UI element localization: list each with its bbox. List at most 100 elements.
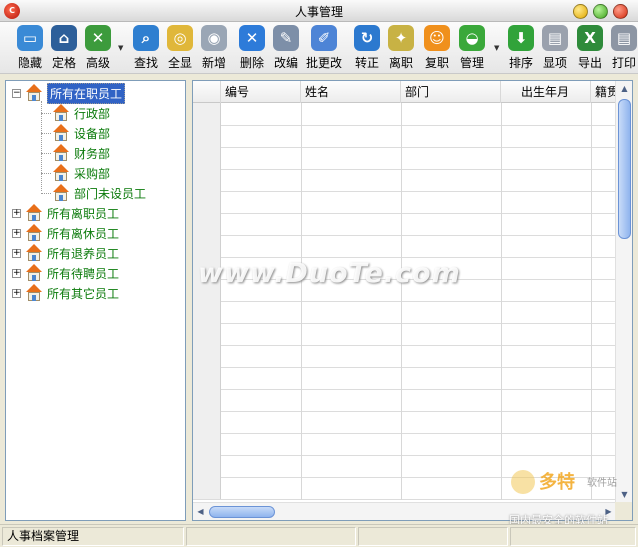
row-header[interactable] — [193, 169, 221, 191]
tree-node-department[interactable]: 行政部 — [52, 103, 110, 123]
toolbar: ▭ 隐藏 ⌂ 定格 ✕ 高级 ⌕ 查找 ◎ 全显 ◉ 新增 ✕ 删除 ✎ 改编 ✐ 批更改 ↻ 转正 ✦ 离职 ☺ 复职 ◒ 管理… — [0, 22, 638, 74]
tree-node-department[interactable]: 设备部 — [52, 123, 110, 143]
vertical-scrollbar[interactable]: ▲ ▼ — [615, 81, 632, 502]
expand-icon[interactable]: + — [12, 208, 21, 218]
tree-node-employee-group[interactable]: + 所有退养员工 — [12, 243, 119, 263]
table-row[interactable] — [193, 301, 616, 324]
maximize-button[interactable] — [593, 4, 608, 19]
printer-icon: ▤ — [542, 25, 568, 51]
collapse-icon[interactable]: − — [12, 88, 21, 98]
scroll-left-arrow-icon[interactable]: ◀ — [193, 504, 208, 519]
toolbar-button-label: 管理 — [459, 56, 484, 70]
table-row[interactable] — [193, 367, 616, 390]
column-header-department[interactable]: 部门 — [401, 81, 501, 103]
toolbar-button-print[interactable]: ▤ 打印 — [607, 25, 638, 71]
table-row[interactable] — [193, 103, 616, 126]
row-header[interactable] — [193, 147, 221, 169]
row-header[interactable] — [193, 301, 221, 323]
tree-node-department[interactable]: 采购部 — [52, 163, 110, 183]
tree-node-employee-group[interactable]: + 所有其它员工 — [12, 283, 119, 303]
row-header[interactable] — [193, 323, 221, 345]
camera-icon: ◉ — [201, 25, 227, 51]
row-header[interactable] — [193, 125, 221, 147]
tree-connector-line — [41, 173, 51, 174]
toolbar-button-camera[interactable]: ◉ 新增 — [197, 25, 231, 71]
expand-icon[interactable]: + — [12, 268, 21, 278]
table-row[interactable] — [193, 125, 616, 148]
table-row[interactable] — [193, 235, 616, 258]
tree-node-department[interactable]: 财务部 — [52, 143, 110, 163]
edit-icon: ✎ — [273, 25, 299, 51]
toolbar-button-cd[interactable]: ◎ 全显 — [163, 25, 197, 71]
table-row[interactable] — [193, 147, 616, 170]
vertical-scroll-thumb[interactable] — [618, 99, 631, 239]
minimize-button[interactable] — [573, 4, 588, 19]
tree-node-employee-group[interactable]: + 所有离职员工 — [12, 203, 119, 223]
tree-node-label: 采购部 — [74, 166, 111, 181]
table-row[interactable] — [193, 191, 616, 214]
horizontal-scroll-thumb[interactable] — [209, 506, 275, 518]
status-bar: 人事档案管理 — [0, 524, 638, 547]
house-folder-icon — [52, 144, 70, 162]
row-header[interactable] — [193, 213, 221, 235]
close-button[interactable] — [613, 4, 628, 19]
toolbar-button-monitor[interactable]: ▭ 隐藏 — [13, 25, 47, 71]
column-header-id[interactable]: 编号 — [221, 81, 301, 103]
employee-grid[interactable]: 编号 姓名 部门 出生年月 籍贯 ▲ ▼ ◀ ▶ — [192, 80, 633, 521]
row-header[interactable] — [193, 103, 221, 125]
dropdown-arrow-icon[interactable]: ▼ — [118, 44, 123, 52]
status-panel-module: 人事档案管理 — [2, 527, 184, 546]
column-header-name[interactable]: 姓名 — [301, 81, 401, 103]
table-row[interactable] — [193, 323, 616, 346]
grid-column-divider — [591, 103, 592, 500]
status-panel — [186, 527, 356, 546]
row-header[interactable] — [193, 191, 221, 213]
department-tree[interactable]: − 所有在职员工 行政部 设备部 财务部 采购部 部门未设员工 + 所有离职员工 + 所有离休员工 +… — [5, 80, 186, 521]
table-row[interactable] — [193, 345, 616, 368]
house-folder-icon — [52, 104, 70, 122]
toolbar-button-globe[interactable]: ◒ 管理 — [455, 25, 489, 71]
toolbar-button-arrow-down[interactable]: ⬇ 排序 — [504, 25, 538, 71]
table-row[interactable] — [193, 411, 616, 434]
toolbar-button-badge[interactable]: ✦ 离职 — [384, 25, 418, 71]
expand-icon[interactable]: + — [12, 228, 21, 238]
house-folder-icon — [25, 264, 43, 282]
row-header[interactable] — [193, 367, 221, 389]
table-row[interactable] — [193, 433, 616, 456]
scroll-up-arrow-icon[interactable]: ▲ — [617, 81, 632, 96]
row-header[interactable] — [193, 433, 221, 455]
toolbar-button-excel[interactable]: X 导出 — [573, 25, 607, 71]
toolbar-button-delete[interactable]: ✕ 删除 — [235, 25, 269, 71]
tree-node-label: 所有离职员工 — [47, 206, 120, 221]
tree-node-active-employees[interactable]: − 所有在职员工 — [12, 82, 126, 104]
expand-icon[interactable]: + — [12, 248, 21, 258]
house-folder-icon — [52, 184, 70, 202]
toolbar-button-search[interactable]: ⌕ 查找 — [129, 25, 163, 71]
dropdown-arrow-icon[interactable]: ▼ — [494, 44, 499, 52]
toolbar-button-smile[interactable]: ☺ 复职 — [420, 25, 454, 71]
row-header[interactable] — [193, 411, 221, 433]
expand-icon[interactable]: + — [12, 288, 21, 298]
tree-node-label: 部门未设员工 — [74, 186, 147, 201]
row-header[interactable] — [193, 477, 221, 499]
toolbar-button-home[interactable]: ⌂ 定格 — [47, 25, 81, 71]
grid-column-divider — [301, 103, 302, 500]
row-header[interactable] — [193, 455, 221, 477]
table-row[interactable] — [193, 213, 616, 236]
table-row[interactable] — [193, 169, 616, 192]
tree-node-employee-group[interactable]: + 所有离休员工 — [12, 223, 119, 243]
toolbar-button-edit[interactable]: ✎ 改编 — [269, 25, 303, 71]
row-header[interactable] — [193, 345, 221, 367]
toolbar-button-refresh[interactable]: ↻ 转正 — [350, 25, 384, 71]
toolbar-button-tools[interactable]: ✕ 高级 — [81, 25, 115, 71]
toolbar-button-printer[interactable]: ▤ 显项 — [538, 25, 572, 71]
tree-node-label: 设备部 — [74, 126, 111, 141]
table-row[interactable] — [193, 389, 616, 412]
row-header[interactable] — [193, 235, 221, 257]
tree-node-department[interactable]: 部门未设员工 — [52, 183, 146, 203]
column-header-birth[interactable]: 出生年月 — [501, 81, 591, 103]
toolbar-button-pen[interactable]: ✐ 批更改 — [304, 25, 344, 71]
tree-node-employee-group[interactable]: + 所有待聘员工 — [12, 263, 119, 283]
tree-node-label: 所有其它员工 — [47, 286, 120, 301]
row-header[interactable] — [193, 389, 221, 411]
